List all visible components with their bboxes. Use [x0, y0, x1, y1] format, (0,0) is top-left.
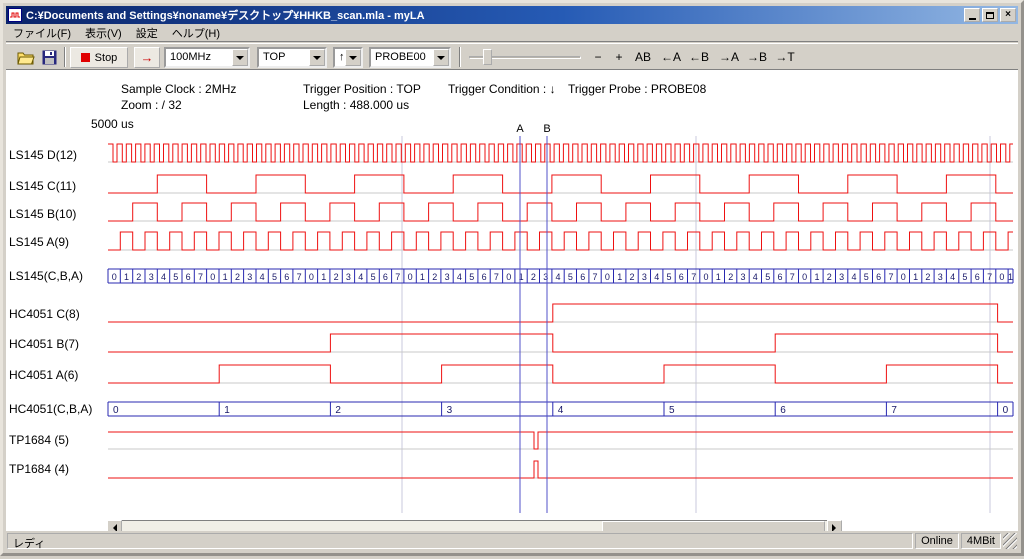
probe-value: PROBE00 [375, 51, 426, 63]
chevron-down-icon [349, 56, 357, 64]
move-cursor-a-button[interactable]: →A [716, 47, 742, 67]
sample-rate-dropdown-button[interactable] [232, 49, 248, 66]
minimize-button[interactable] [964, 8, 980, 22]
stop-label: Stop [95, 52, 118, 64]
resize-grip[interactable] [1003, 533, 1017, 549]
trigger-probe-label: Trigger Probe : PROBE08 [568, 82, 706, 96]
status-memory: 4MBit [961, 533, 1001, 549]
status-bar: レディ Online 4MBit [6, 531, 1018, 550]
zoom-slider-handle[interactable] [483, 49, 492, 65]
goto-cursor-a-button[interactable]: ←A [658, 47, 684, 67]
minimize-icon [969, 18, 976, 20]
zoom-label: Zoom : / 32 [121, 98, 182, 112]
zoom-out-button[interactable]: − [589, 47, 607, 67]
length-label: Length : 488.000 us [303, 98, 409, 112]
zoom-slider[interactable] [469, 47, 581, 68]
sample-rate-value: 100MHz [170, 51, 211, 63]
move-cursor-b-button[interactable]: →B [744, 47, 770, 67]
goto-cursor-b-button[interactable]: ←B [686, 47, 712, 67]
open-folder-icon [17, 51, 35, 65]
trigger-edge-dropdown-button[interactable] [345, 49, 361, 66]
maximize-button[interactable] [982, 8, 998, 22]
toolbar: Stop → 100MHz TOP ↑ PROBE00 − + AB ←A [6, 43, 1018, 70]
run-button[interactable]: → [134, 47, 160, 68]
app-icon [8, 8, 22, 22]
sample-rate-select[interactable]: 100MHz [164, 47, 250, 68]
probe-dropdown-button[interactable] [433, 49, 449, 66]
menu-help[interactable]: ヘルプ(H) [165, 23, 227, 43]
toolbar-separator [459, 47, 461, 67]
status-online: Online [915, 533, 959, 549]
trigger-condition-label: Trigger Condition : ↓ [448, 82, 556, 96]
save-icon [42, 50, 57, 65]
trigger-position-dropdown-button[interactable] [309, 49, 325, 66]
stop-button[interactable]: Stop [70, 47, 128, 68]
sample-clock-label: Sample Clock : 2MHz [121, 82, 236, 96]
stop-icon [81, 53, 90, 62]
close-button[interactable]: × [1000, 8, 1016, 22]
window-title: C:¥Documents and Settings¥noname¥デスクトップ¥… [26, 7, 962, 23]
run-arrow-icon: → [141, 50, 154, 65]
app-window: C:¥Documents and Settings¥noname¥デスクトップ¥… [0, 0, 1024, 556]
title-bar: C:¥Documents and Settings¥noname¥デスクトップ¥… [6, 6, 1018, 24]
trigger-edge-select[interactable]: ↑ [333, 47, 363, 68]
menu-view[interactable]: 表示(V) [78, 23, 129, 43]
chevron-down-icon [437, 56, 445, 64]
chevron-down-icon [313, 56, 321, 64]
maximize-icon [986, 12, 994, 19]
chevron-down-icon [236, 56, 244, 64]
probe-select[interactable]: PROBE00 [369, 47, 451, 68]
status-ready: レディ [7, 533, 913, 549]
open-file-button[interactable] [14, 47, 37, 68]
menu-bar: ファイル(F) 表示(V) 設定 ヘルプ(H) [6, 24, 1018, 42]
save-file-button[interactable] [38, 47, 61, 68]
menu-settings[interactable]: 設定 [129, 23, 165, 43]
trigger-position-value: TOP [263, 51, 285, 63]
trigger-position-select[interactable]: TOP [257, 47, 327, 68]
ab-range-button[interactable]: AB [631, 47, 655, 67]
zoom-in-button[interactable]: + [610, 47, 628, 67]
trigger-edge-value: ↑ [339, 51, 345, 63]
goto-trigger-button[interactable]: →T [772, 47, 798, 67]
trigger-position-label: Trigger Position : TOP [303, 82, 421, 96]
toolbar-separator [64, 47, 66, 67]
menu-file[interactable]: ファイル(F) [6, 23, 78, 43]
waveform-client-area [6, 70, 1018, 531]
close-icon: × [1005, 10, 1011, 20]
